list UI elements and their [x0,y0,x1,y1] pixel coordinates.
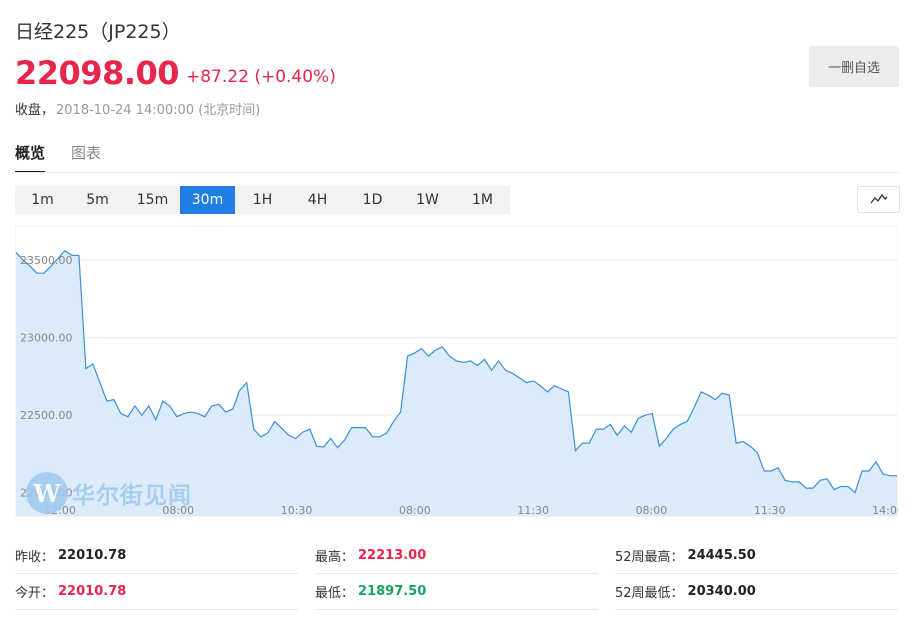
current-price: 22098.00 [15,54,180,92]
stat-value: 22010.78 [58,548,127,563]
stat-value: 22213.00 [358,548,427,563]
period-1d[interactable]: 1D [345,186,400,214]
stat-label: 52周最高： [615,550,684,565]
remove-watchlist-button[interactable]: 一删自选 [809,46,899,87]
period-1m[interactable]: 1m [15,186,70,214]
period-1mo[interactable]: 1M [455,186,510,214]
stat-label: 最高： [315,550,355,565]
market-status: 收盘， 2018-10-24 14:00:00 (北京时间) [15,99,260,118]
x-tick-label: 11:30 [517,504,549,517]
status-timestamp: 2018-10-24 14:00:00 (北京时间) [56,103,261,118]
y-tick-label: 22500.00 [20,409,73,422]
stat-high: 最高： 22213.00 [315,538,598,574]
stat-label: 52周最低： [615,586,684,601]
x-tick-label: 10:30 [281,504,313,517]
tab-divider [15,172,900,173]
y-tick-label: 23500.00 [20,254,73,267]
stat-52w-high: 52周最高： 24445.50 [615,538,898,574]
stats-panel: 昨收： 22010.78 最高： 22213.00 52周最高： 24445.50 今… [15,538,898,610]
stat-prev-close: 昨收： 22010.78 [15,538,298,574]
x-tick-label: 08:00 [636,504,668,517]
watermark-logo: W [26,472,68,514]
period-5m[interactable]: 5m [70,186,125,214]
stat-value: 24445.50 [687,548,756,563]
watermark: W 华尔街见闻 [26,472,192,514]
line-chart-icon [869,190,888,209]
watermark-text: 华尔街见闻 [72,482,192,509]
period-30m[interactable]: 30m [180,186,235,214]
period-15m[interactable]: 15m [125,186,180,214]
status-label: 收盘， [15,103,55,118]
stat-value: 21897.50 [358,584,427,599]
chart-type-button[interactable] [857,186,900,213]
x-tick-label: 11:30 [754,504,786,517]
stat-label: 昨收： [15,550,55,565]
stat-low: 最低： 21897.50 [315,574,598,610]
stat-label: 今开： [15,586,55,601]
x-tick-label: 08:00 [399,504,431,517]
stat-52w-low: 52周最低： 20340.00 [615,574,898,610]
tab-overview[interactable]: 概览 [15,142,46,173]
price-change: +87.22 (+0.40%) [186,67,336,87]
page-title: 日经225（JP225） [15,21,181,43]
period-selector: 1m 5m 15m 30m 1H 4H 1D 1W 1M [15,186,510,214]
x-tick-label: 14:00 [872,504,898,517]
stat-open: 今开： 22010.78 [15,574,298,610]
period-1h[interactable]: 1H [235,186,290,214]
y-tick-label: 23000.00 [20,332,73,345]
stat-label: 最低： [315,586,355,601]
stat-value: 22010.78 [58,584,127,599]
tab-chart[interactable]: 图表 [71,142,101,173]
tab-bar: 概览 图表 [15,142,101,173]
stat-value: 20340.00 [687,584,756,599]
period-1w[interactable]: 1W [400,186,455,214]
period-4h[interactable]: 4H [290,186,345,214]
